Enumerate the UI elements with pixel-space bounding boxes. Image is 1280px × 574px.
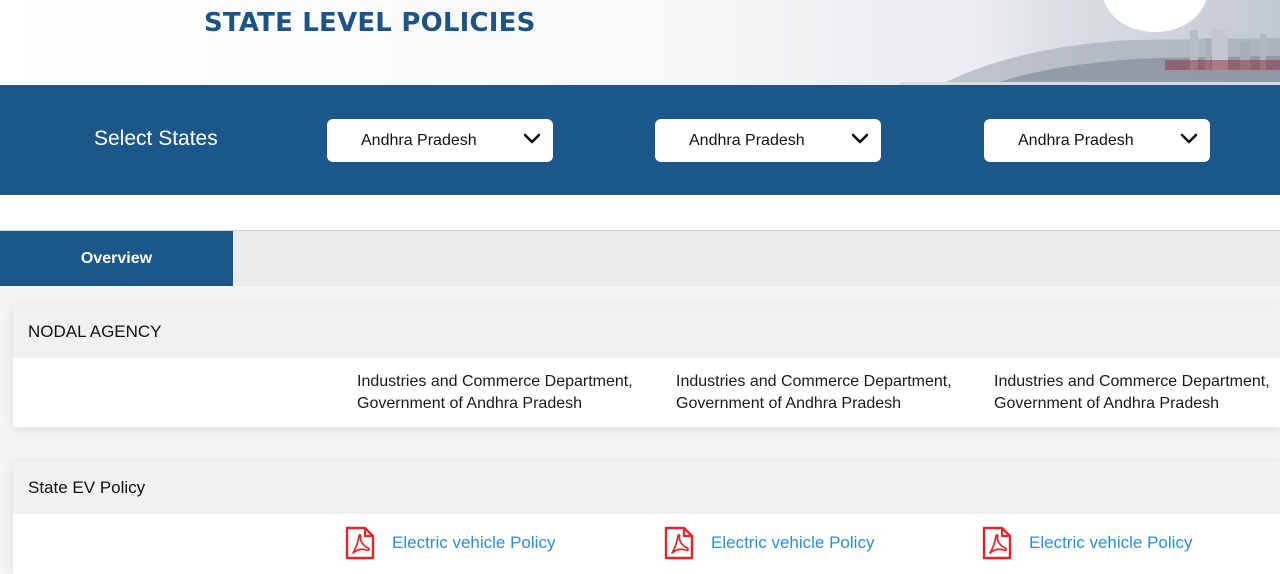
ev-policy-card: State EV Policy Electric vehicle Policy …: [13, 461, 1280, 574]
select-states-label: Select States: [94, 127, 218, 150]
state-select-2[interactable]: Andhra Pradesh: [655, 119, 881, 162]
page: STATE LEVEL POLICIES Select States Andhr…: [0, 0, 1280, 574]
agency-name: Industries and Commerce Department,: [357, 373, 633, 390]
agency-name: Industries and Commerce Department,: [676, 373, 952, 390]
agency-cell-1: Industries and Commerce Department, Gove…: [357, 371, 657, 415]
policy-link-label: Electric vehicle Policy: [1029, 533, 1193, 552]
policy-link-1[interactable]: Electric vehicle Policy: [345, 526, 555, 560]
nodal-agency-card: NODAL AGENCY Industries and Commerce Dep…: [13, 305, 1280, 427]
policy-link-2[interactable]: Electric vehicle Policy: [664, 526, 874, 560]
ev-policy-row: Electric vehicle Policy Electric vehicle…: [13, 514, 1280, 574]
state-select-value: Andhra Pradesh: [1018, 132, 1134, 149]
page-title: STATE LEVEL POLICIES: [204, 8, 536, 38]
nodal-agency-row: Industries and Commerce Department, Gove…: [13, 358, 1280, 427]
pdf-icon: [345, 526, 375, 560]
pdf-icon: [982, 526, 1012, 560]
policy-link-label: Electric vehicle Policy: [711, 533, 875, 552]
ev-policy-heading: State EV Policy: [13, 461, 1280, 514]
policy-link-3[interactable]: Electric vehicle Policy: [982, 526, 1192, 560]
page-banner: STATE LEVEL POLICIES: [0, 0, 1280, 85]
agency-cell-2: Industries and Commerce Department, Gove…: [676, 371, 976, 415]
agency-name: Industries and Commerce Department,: [994, 373, 1270, 390]
agency-government: Government of Andhra Pradesh: [676, 395, 902, 412]
chevron-down-icon: [523, 133, 541, 144]
state-selection-bar: Select States Andhra Pradesh Andhra Prad…: [0, 85, 1280, 195]
chevron-down-icon: [1180, 133, 1198, 144]
state-select-value: Andhra Pradesh: [361, 132, 477, 149]
agency-cell-3: Industries and Commerce Department, Gove…: [994, 371, 1280, 415]
state-select-value: Andhra Pradesh: [689, 132, 805, 149]
state-select-3[interactable]: Andhra Pradesh: [984, 119, 1210, 162]
tab-strip: Overview: [0, 230, 1280, 287]
agency-government: Government of Andhra Pradesh: [357, 395, 583, 412]
banner-cityscape-image: [900, 0, 1280, 85]
pdf-icon: [664, 526, 694, 560]
nodal-agency-heading: NODAL AGENCY: [13, 305, 1280, 358]
tab-overview[interactable]: Overview: [0, 231, 233, 287]
policy-link-label: Electric vehicle Policy: [392, 533, 556, 552]
state-select-1[interactable]: Andhra Pradesh: [327, 119, 553, 162]
agency-government: Government of Andhra Pradesh: [994, 395, 1220, 412]
chevron-down-icon: [851, 133, 869, 144]
